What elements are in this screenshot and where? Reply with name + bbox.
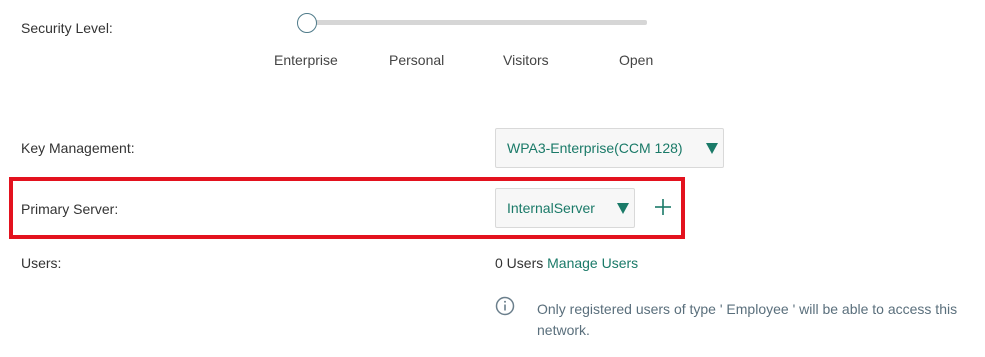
security-level-slider-thumb[interactable] <box>297 13 317 33</box>
security-level-label: Security Level: <box>21 20 113 36</box>
key-management-label: Key Management: <box>21 140 135 156</box>
caret-down-icon <box>706 143 718 154</box>
plus-icon[interactable] <box>653 197 673 217</box>
security-option-visitors[interactable]: Visitors <box>503 52 549 68</box>
manage-users-link[interactable]: Manage Users <box>547 255 638 271</box>
key-management-select[interactable]: WPA3-Enterprise(CCM 128) <box>495 128 724 168</box>
info-message: Only registered users of type ' Employee… <box>537 301 958 338</box>
primary-server-label: Primary Server: <box>21 201 119 217</box>
info-icon <box>495 296 515 316</box>
key-management-value: WPA3-Enterprise(CCM 128) <box>507 140 683 156</box>
users-count-row: 0 Users Manage Users <box>495 255 638 271</box>
wlan-security-settings: Security Level: Enterprise Personal Visi… <box>0 0 985 357</box>
security-option-open[interactable]: Open <box>619 52 653 68</box>
users-label: Users: <box>21 255 62 271</box>
security-option-enterprise[interactable]: Enterprise <box>274 52 338 68</box>
caret-down-icon <box>617 203 629 214</box>
security-option-personal[interactable]: Personal <box>389 52 444 68</box>
users-count: 0 Users <box>495 255 544 271</box>
primary-server-select[interactable]: InternalServer <box>495 188 635 228</box>
security-level-slider-track[interactable] <box>307 20 647 25</box>
primary-server-value: InternalServer <box>507 200 595 216</box>
